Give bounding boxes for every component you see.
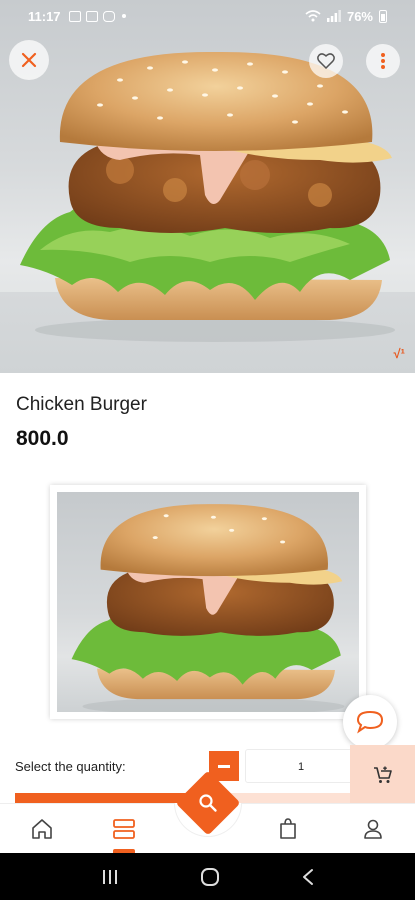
- wifi-icon: [305, 10, 321, 22]
- close-button[interactable]: [9, 40, 49, 80]
- corner-badge: √¹: [393, 346, 405, 361]
- thumbnail-burger-image: [71, 504, 345, 712]
- nav-home[interactable]: [27, 814, 57, 844]
- signal-icon: [326, 10, 341, 22]
- product-price: 800.0: [16, 427, 69, 450]
- product-thumbnail[interactable]: [50, 485, 366, 719]
- search-icon: [199, 794, 217, 812]
- quantity-label: Select the quantity:: [15, 759, 126, 774]
- status-right: 76%: [305, 9, 387, 24]
- favorite-button[interactable]: [309, 44, 343, 78]
- battery-percent: 76%: [346, 8, 373, 24]
- add-cart-icon: [373, 766, 392, 783]
- dot-icon: [121, 14, 126, 18]
- battery-icon: [379, 9, 387, 23]
- gallery-icon: [68, 10, 81, 22]
- more-options-button[interactable]: [366, 44, 400, 78]
- quantity-progress-fill: [15, 793, 193, 803]
- chat-bubble-icon: [356, 710, 384, 734]
- system-navigation-bar: [0, 853, 415, 900]
- add-to-cart-button[interactable]: [350, 745, 415, 804]
- nav-menu[interactable]: [109, 814, 139, 844]
- home-icon: [32, 819, 52, 839]
- status-time: 11:17: [28, 8, 61, 24]
- thumbnail-image: [57, 492, 359, 712]
- home-circle-icon[interactable]: [200, 867, 220, 887]
- heart-icon: [317, 53, 335, 69]
- minus-icon: [218, 764, 230, 768]
- menu-list-icon: [113, 819, 135, 839]
- recents-icon[interactable]: [101, 868, 119, 886]
- bag-icon: [280, 818, 296, 839]
- close-icon: [21, 52, 37, 68]
- hero-image: 11:17 76% √¹: [0, 0, 415, 373]
- nav-bag[interactable]: [273, 814, 303, 844]
- back-icon[interactable]: [301, 868, 315, 886]
- more-vertical-icon: [381, 53, 385, 69]
- status-notification-icons: [68, 10, 126, 22]
- profile-icon: [364, 819, 382, 839]
- quantity-input[interactable]: 1: [245, 749, 357, 783]
- burger-image: [20, 51, 395, 342]
- nav-profile[interactable]: [358, 814, 388, 844]
- chat-button[interactable]: [343, 695, 397, 749]
- instagram-icon: [102, 10, 115, 22]
- product-name: Chicken Burger: [16, 394, 147, 415]
- linkedin-icon: [85, 10, 98, 22]
- status-bar: 11:17 76%: [0, 0, 415, 32]
